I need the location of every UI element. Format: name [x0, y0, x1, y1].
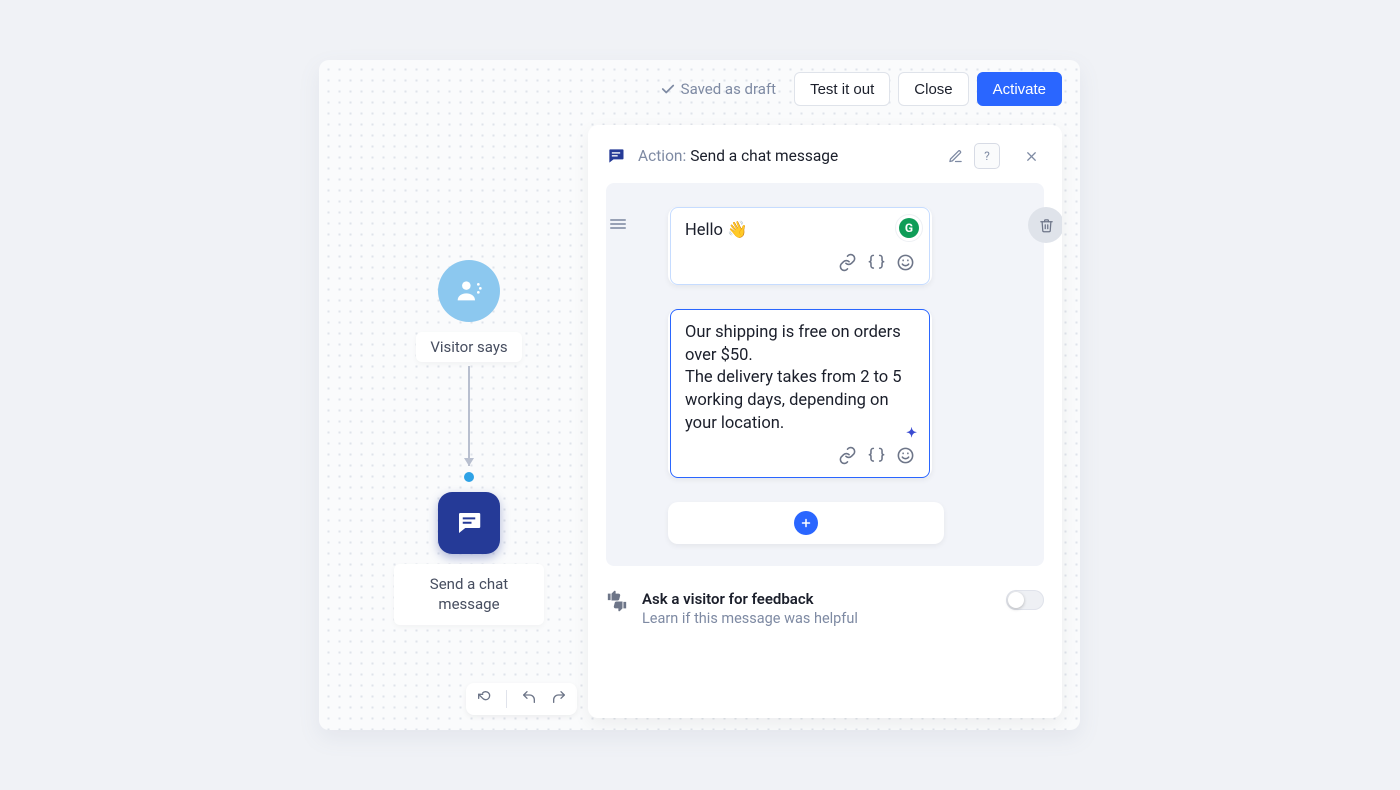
feedback-title: Ask a visitor for feedback: [642, 590, 858, 608]
thumbs-up-down-icon: [606, 590, 628, 612]
edit-action-button[interactable]: [942, 143, 968, 169]
insert-variable-button[interactable]: [867, 446, 886, 469]
insert-link-button[interactable]: [838, 446, 857, 469]
emoji-icon: [896, 253, 915, 272]
arrow-down-icon: [464, 458, 474, 466]
activate-button[interactable]: Activate: [977, 72, 1062, 106]
drag-handle-icon: [610, 218, 626, 230]
toolbar-divider: [506, 690, 507, 708]
insert-emoji-button[interactable]: [896, 446, 915, 469]
canvas-history-toolbar: [466, 683, 577, 715]
close-icon: [1024, 149, 1039, 164]
send-chat-message-node-label: Send a chat message: [394, 564, 544, 625]
feedback-toggle[interactable]: [1006, 590, 1044, 610]
flow-connector-line: [468, 366, 470, 466]
close-panel-button[interactable]: [1018, 143, 1044, 169]
check-icon: [661, 82, 675, 96]
drag-handle[interactable]: [610, 215, 626, 234]
redo-icon: [551, 689, 567, 705]
message-text[interactable]: Our shipping is free on orders over $50.…: [685, 322, 915, 436]
pencil-icon: [948, 149, 963, 164]
delete-message-button[interactable]: [1028, 207, 1062, 243]
link-icon: [838, 446, 857, 465]
action-editor-panel: Action: Send a chat message ?: [588, 125, 1062, 718]
message-block: Our shipping is free on orders over $50.…: [634, 309, 1016, 478]
message-block: Hello 👋 G: [634, 207, 1016, 285]
visitor-says-node-label: Visitor says: [416, 332, 521, 362]
link-icon: [838, 253, 857, 272]
action-title: Send a chat message: [690, 147, 838, 165]
thumbs-icon: [606, 590, 628, 616]
help-button[interactable]: ?: [974, 143, 1000, 169]
undo-icon: [521, 689, 537, 705]
top-action-bar: Saved as draft Test it out Close Activat…: [661, 72, 1062, 106]
visitor-says-node[interactable]: [438, 260, 500, 322]
send-chat-message-node[interactable]: [438, 492, 500, 554]
flow-diagram: Visitor says Send a chat message: [384, 260, 554, 625]
action-prefix-label: Action:: [638, 147, 686, 165]
braces-icon: [867, 253, 886, 272]
chatbot-builder-window: Saved as draft Test it out Close Activat…: [319, 60, 1080, 730]
close-button[interactable]: Close: [898, 72, 968, 106]
message-card[interactable]: Our shipping is free on orders over $50.…: [668, 309, 932, 478]
reset-icon: [476, 689, 492, 705]
message-toolbar: [685, 446, 915, 469]
insert-variable-button[interactable]: [867, 253, 886, 276]
message-card[interactable]: Hello 👋 G: [668, 207, 932, 285]
grammarly-icon: G: [899, 218, 919, 238]
message-toolbar: [685, 253, 915, 276]
test-it-out-button[interactable]: Test it out: [794, 72, 890, 106]
add-message-button[interactable]: [668, 502, 944, 544]
emoji-icon: [896, 446, 915, 465]
insert-emoji-button[interactable]: [896, 253, 915, 276]
feedback-subtitle: Learn if this message was helpful: [642, 610, 858, 627]
chat-bubble-icon: [454, 508, 484, 538]
panel-header: Action: Send a chat message ?: [588, 125, 1062, 183]
message-editor-area: Hello 👋 G Our: [606, 183, 1044, 566]
braces-icon: [867, 446, 886, 465]
plus-circle-icon: [794, 511, 818, 535]
grammarly-badge[interactable]: G: [895, 214, 923, 242]
feedback-toggle-row: Ask a visitor for feedback Learn if this…: [588, 578, 1062, 627]
toggle-knob: [1008, 592, 1024, 608]
person-speaking-icon: [453, 275, 485, 307]
saved-status: Saved as draft: [661, 80, 776, 98]
chat-bubble-icon: [606, 146, 626, 166]
insert-link-button[interactable]: [838, 253, 857, 276]
connector-endpoint-dot: [464, 472, 474, 482]
undo-button[interactable]: [521, 689, 537, 709]
message-text[interactable]: Hello 👋: [685, 220, 915, 243]
question-mark-icon: ?: [984, 149, 990, 163]
reset-view-button[interactable]: [476, 689, 492, 709]
saved-status-label: Saved as draft: [681, 80, 776, 98]
trash-icon: [1039, 218, 1054, 233]
redo-button[interactable]: [551, 689, 567, 709]
add-inline-icon: ✦: [906, 426, 917, 441]
plus-icon: [800, 517, 812, 529]
